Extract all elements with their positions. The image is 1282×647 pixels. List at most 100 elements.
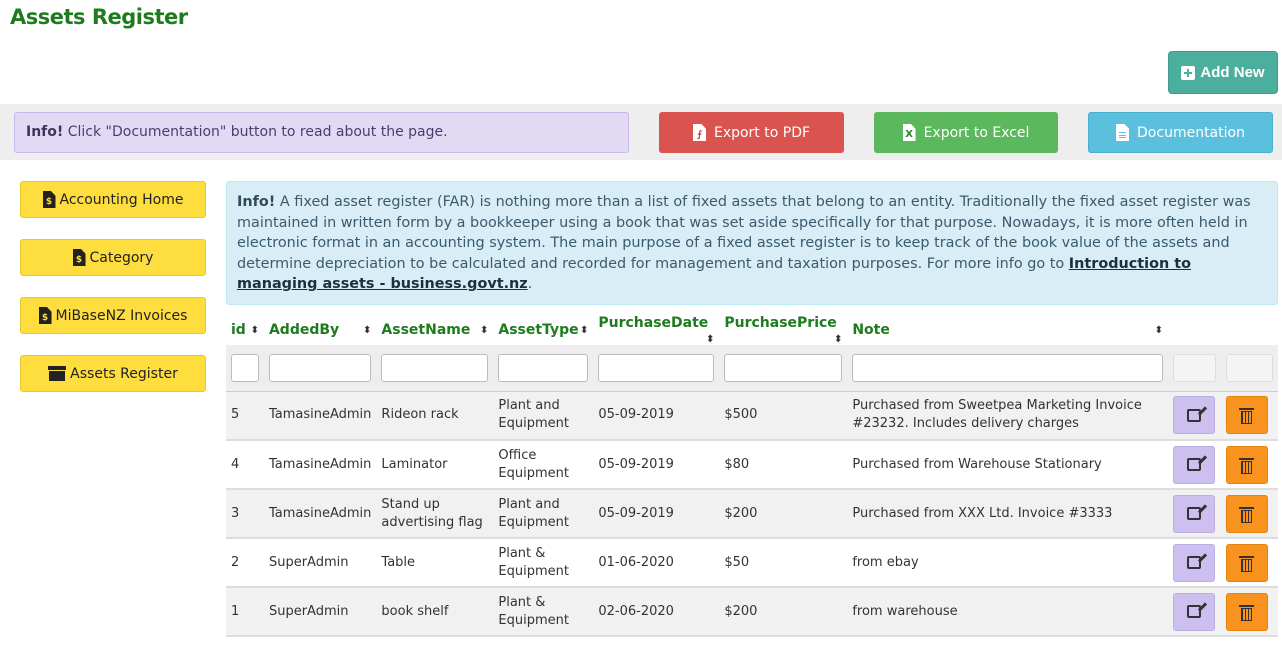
cell-purchasedate: 05-09-2019	[593, 391, 720, 441]
sort-icon[interactable]: ⬍	[363, 325, 371, 336]
cell-id: 2	[226, 538, 264, 588]
filter-assettype-input[interactable]	[498, 353, 589, 382]
edit-icon	[1186, 458, 1201, 471]
filter-id-input[interactable]	[231, 353, 259, 382]
file-invoice-dollar-icon: $	[38, 307, 52, 324]
filter-purchaseprice-input[interactable]	[724, 353, 843, 382]
cell-assettype: Plant & Equipment	[493, 587, 594, 637]
export-pdf-label: Export to PDF	[713, 124, 811, 141]
trash-icon	[1239, 506, 1255, 523]
sidebar-item-category[interactable]: $ Category	[20, 239, 206, 276]
cell-assetname: Rideon rack	[376, 391, 494, 441]
file-text-icon	[1116, 124, 1130, 141]
column-header-assettype[interactable]: AssetType ⬍	[493, 315, 593, 345]
sidebar-item-mibasenz-invoices[interactable]: $ MiBaseNZ Invoices	[20, 297, 206, 334]
cell-assettype: Plant and Equipment	[493, 391, 594, 441]
delete-button[interactable]	[1225, 494, 1268, 533]
trash-icon	[1239, 457, 1255, 474]
file-pdf-icon: ⨍	[692, 124, 706, 141]
table-row: 4 TamasineAdmin Laminator Office Equipme…	[226, 440, 1278, 490]
filter-purchasedate-input[interactable]	[598, 353, 715, 382]
documentation-button[interactable]: Documentation	[1088, 112, 1273, 153]
documentation-label: Documentation	[1137, 124, 1245, 141]
column-header-note[interactable]: Note ⬍	[847, 315, 1168, 345]
add-new-button[interactable]: Add New	[1168, 51, 1278, 94]
delete-button[interactable]	[1225, 543, 1268, 582]
delete-button[interactable]	[1225, 445, 1268, 484]
toolbar: Info! Click "Documentation" button to re…	[0, 104, 1282, 160]
cell-purchaseprice: $200	[719, 587, 848, 637]
delete-button[interactable]	[1225, 592, 1268, 631]
sort-icon[interactable]: ⬍	[1155, 325, 1163, 336]
info-bold: Info!	[237, 194, 276, 210]
edit-button[interactable]	[1172, 592, 1215, 631]
column-header-purchaseprice[interactable]: PurchasePrice ⬍	[719, 315, 847, 345]
sort-icon[interactable]: ⬍	[706, 334, 714, 345]
edit-button[interactable]	[1172, 543, 1215, 582]
cell-addedby: SuperAdmin	[263, 538, 377, 588]
cell-addedby: TamasineAdmin	[263, 489, 377, 539]
cell-assetname: Laminator	[376, 440, 494, 490]
table-row: 1 SuperAdmin book shelf Plant & Equipmen…	[226, 587, 1278, 637]
cell-purchaseprice: $500	[719, 391, 848, 441]
cell-assettype: Office Equipment	[493, 440, 594, 490]
cell-purchasedate: 05-09-2019	[593, 489, 720, 539]
add-new-label: Add New	[1200, 64, 1265, 81]
file-invoice-dollar-icon: $	[42, 191, 56, 208]
export-excel-label: Export to Excel	[923, 124, 1030, 141]
column-header-purchasedate[interactable]: PurchaseDate ⬍	[593, 315, 719, 345]
edit-icon	[1186, 408, 1201, 422]
sort-icon[interactable]: ⬍	[251, 325, 259, 336]
edit-button[interactable]	[1172, 494, 1215, 533]
cell-id: 1	[226, 587, 264, 637]
cell-note: Purchased from XXX Ltd. Invoice #3333	[847, 489, 1168, 539]
filter-placeholder	[1225, 353, 1273, 382]
sort-icon[interactable]: ⬍	[580, 325, 588, 336]
sidebar-item-label: Accounting Home	[59, 191, 184, 208]
edit-button[interactable]	[1172, 396, 1215, 435]
sidebar-item-label: MiBaseNZ Invoices	[55, 307, 188, 324]
trash-icon	[1239, 604, 1255, 621]
page-title: Assets Register	[10, 5, 188, 29]
filter-assetname-input[interactable]	[381, 353, 489, 382]
cell-purchaseprice: $200	[719, 489, 848, 539]
archive-icon	[48, 366, 67, 381]
cell-purchaseprice: $80	[719, 440, 848, 490]
sidebar-item-accounting-home[interactable]: $ Accounting Home	[20, 181, 206, 218]
trash-icon	[1239, 555, 1255, 572]
sort-icon[interactable]: ⬍	[480, 325, 488, 336]
table-row: 2 SuperAdmin Table Plant & Equipment 01-…	[226, 538, 1278, 588]
filter-note-input[interactable]	[852, 353, 1163, 382]
column-header-assetname[interactable]: AssetName ⬍	[376, 315, 493, 345]
sidebar-item-assets-register[interactable]: Assets Register	[20, 355, 206, 392]
assets-table: id ⬍ AddedBy ⬍ AssetName ⬍ AssetType ⬍ Purch…	[226, 315, 1278, 637]
filter-addedby-input[interactable]	[268, 353, 372, 382]
delete-button[interactable]	[1225, 396, 1268, 435]
cell-assetname: Stand up advertising flag	[376, 489, 494, 539]
cell-purchasedate: 05-09-2019	[593, 440, 720, 490]
table-row: 3 TamasineAdmin Stand up advertising fla…	[226, 489, 1278, 539]
edit-icon	[1186, 507, 1201, 520]
sort-icon[interactable]: ⬍	[834, 334, 842, 345]
info-text: Click "Documentation" button to read abo…	[63, 124, 448, 140]
column-header-delete	[1221, 315, 1278, 345]
cell-id: 4	[226, 440, 264, 490]
export-excel-button[interactable]: X Export to Excel	[874, 112, 1058, 153]
column-header-id[interactable]: id ⬍	[226, 315, 264, 345]
export-pdf-button[interactable]: ⨍ Export to PDF	[659, 112, 844, 153]
column-header-addedby[interactable]: AddedBy ⬍	[264, 315, 376, 345]
cell-assetname: Table	[376, 538, 494, 588]
cell-note: Purchased from Warehouse Stationary	[847, 440, 1168, 490]
file-excel-icon: X	[902, 124, 916, 141]
edit-button[interactable]	[1172, 445, 1215, 484]
column-header-edit	[1168, 315, 1221, 345]
cell-note: from ebay	[847, 538, 1168, 588]
cell-note: Purchased from Sweetpea Marketing Invoic…	[847, 391, 1168, 441]
cell-id: 5	[226, 391, 264, 441]
cell-note: from warehouse	[847, 587, 1168, 637]
edit-icon	[1186, 605, 1201, 618]
cell-purchasedate: 02-06-2020	[593, 587, 720, 637]
cell-purchaseprice: $50	[719, 538, 848, 588]
cell-assetname: book shelf	[376, 587, 494, 637]
sidebar-item-label: Category	[89, 249, 154, 266]
